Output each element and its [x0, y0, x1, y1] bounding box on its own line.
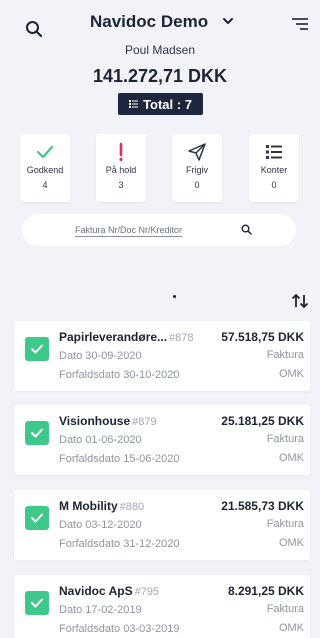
invoice-card[interactable]: Papirleverandøre... #878 Dato 30-09-2020 … [14, 321, 310, 391]
tile-label: Godkend [26, 165, 64, 175]
vendor-name: Papirleverandøre... #878 [59, 330, 194, 344]
tile-godkend[interactable]: Godkend 4 [20, 134, 70, 202]
invoice-date: Dato 17-02-2019 [59, 604, 142, 616]
user-name: Poul Madsen [124, 43, 196, 57]
doc-number: #878 [169, 332, 194, 344]
tile-konter[interactable]: Konter 0 [249, 134, 299, 202]
search-icon[interactable] [25, 20, 43, 38]
tile-label: På hold [105, 165, 137, 175]
due-date: Forfaldsdato 30-10-2020 [59, 369, 180, 381]
due-date: Forfaldsdato 03-03-2019 [59, 623, 180, 635]
check-icon [31, 513, 43, 523]
tile-label: Konter [260, 165, 288, 175]
doc-number: #795 [134, 586, 160, 598]
invoice-card[interactable]: Visionhouse #879 Dato 01-06-2020 Forfalds… [14, 405, 310, 475]
doc-number: #880 [119, 501, 145, 513]
vendor-name: Visionhouse #879 [59, 414, 157, 428]
search-placeholder: Faktura Nr/Doc Nr/Kreditor [75, 225, 183, 237]
checkbox-checked[interactable] [25, 421, 49, 445]
invoice-amount: 57.518,75 DKK [221, 330, 304, 344]
due-date: Forfaldsdato 15-06-2020 [59, 453, 180, 465]
tile-count: 0 [194, 180, 200, 190]
invoice-type: Faktura [266, 603, 304, 615]
vendor-name: M Mobility #880 [59, 499, 145, 513]
tile-paa-hold[interactable]: På hold 3 [96, 134, 146, 202]
invoice-amount: 21.585,73 DKK [221, 499, 304, 513]
chevron-down-icon[interactable] [222, 16, 234, 26]
menu-icon[interactable] [291, 17, 309, 31]
tile-count: 0 [271, 180, 277, 190]
send-icon [188, 143, 206, 161]
invoice-type: Faktura [266, 518, 304, 530]
total-label: Total : 7 [143, 96, 192, 112]
invoice-card[interactable]: M Mobility #880 Dato 03-12-2020 Forfaldsd… [14, 490, 310, 560]
checkbox-checked[interactable] [25, 591, 49, 615]
vendor-name: Navidoc ApS #795 [59, 584, 160, 598]
tile-frigiv[interactable]: Frigiv 0 [172, 134, 222, 202]
checkbox-checked[interactable] [25, 506, 49, 530]
due-date: Forfaldsdato 31-12-2020 [59, 538, 180, 550]
invoice-date: Dato 30-09-2020 [59, 350, 142, 362]
invoice-dept: OMK [278, 622, 304, 634]
invoice-type: Faktura [266, 349, 304, 361]
check-icon [31, 428, 43, 438]
tile-label: Frigiv [186, 165, 208, 175]
tile-count: 4 [42, 180, 48, 190]
check-icon [31, 598, 43, 608]
doc-number: #879 [132, 416, 157, 428]
invoice-dept: OMK [278, 452, 304, 464]
invoice-dept: OMK [278, 368, 304, 380]
list-icon [129, 100, 139, 108]
invoice-card[interactable]: Navidoc ApS #795 Dato 17-02-2019 Forfalds… [14, 575, 310, 638]
tile-count: 3 [118, 180, 124, 190]
invoice-dept: OMK [278, 537, 304, 549]
invoice-date: Dato 01-06-2020 [59, 434, 142, 446]
check-icon [31, 344, 43, 354]
loading-dot [173, 295, 176, 298]
exclamation-icon [119, 142, 123, 162]
total-amount: 141.272,71 DKK [92, 66, 228, 86]
invoice-amount: 25.181,25 DKK [221, 414, 304, 428]
checkbox-checked[interactable] [25, 337, 49, 361]
total-badge: Total : 7 [118, 93, 203, 115]
sort-icon[interactable] [291, 294, 309, 308]
search-icon[interactable] [241, 224, 252, 235]
check-icon [36, 145, 54, 159]
invoice-type: Faktura [266, 433, 304, 445]
list-icon [266, 145, 282, 159]
company-selector[interactable]: Navidoc Demo [90, 12, 208, 32]
invoice-amount: 8.291,25 DKK [227, 584, 304, 598]
invoice-date: Dato 03-12-2020 [59, 519, 142, 531]
invoice-search-input[interactable]: Faktura Nr/Doc Nr/Kreditor [22, 214, 296, 246]
